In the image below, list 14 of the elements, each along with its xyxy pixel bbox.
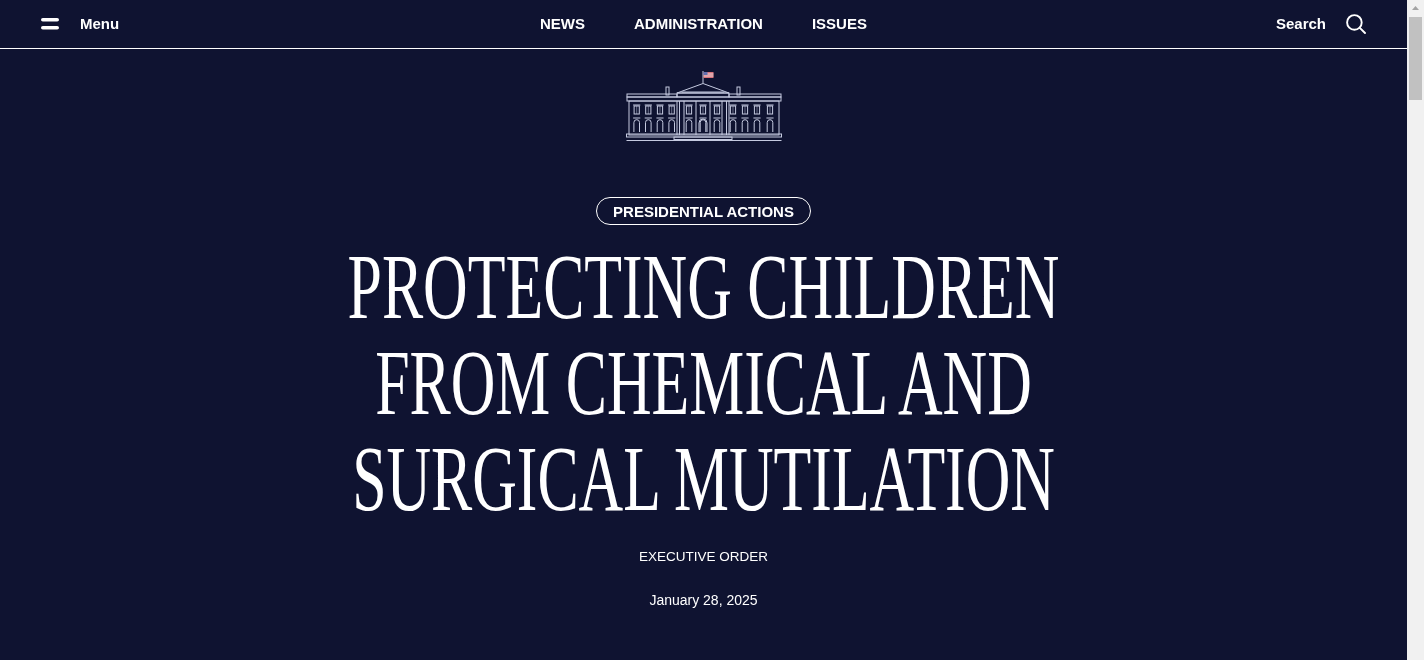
- building-drawing[interactable]: [625, 70, 782, 142]
- search-button[interactable]: Search: [1275, 14, 1366, 34]
- search-icon: [1346, 14, 1366, 34]
- nav-link[interactable]: ADMINISTRATION: [634, 15, 763, 33]
- page-title: PROTECTING CHILDREN FROM CHEMICAL AND SURGICAL MUTILATION: [346, 238, 1061, 526]
- scrollbar-thumb[interactable]: [1409, 17, 1422, 100]
- document-type: EXECUTIVE ORDER: [639, 548, 768, 566]
- publish-date: January 28, 2025: [649, 591, 758, 609]
- menu-icon: [41, 18, 59, 30]
- nav-link[interactable]: ISSUES: [811, 15, 867, 33]
- nav-link[interactable]: NEWS: [540, 15, 586, 33]
- menu-button[interactable]: Menu: [41, 15, 120, 33]
- scrollbar-track[interactable]: [1407, 0, 1424, 660]
- scroll-up-arrow-icon[interactable]: [1412, 6, 1419, 10]
